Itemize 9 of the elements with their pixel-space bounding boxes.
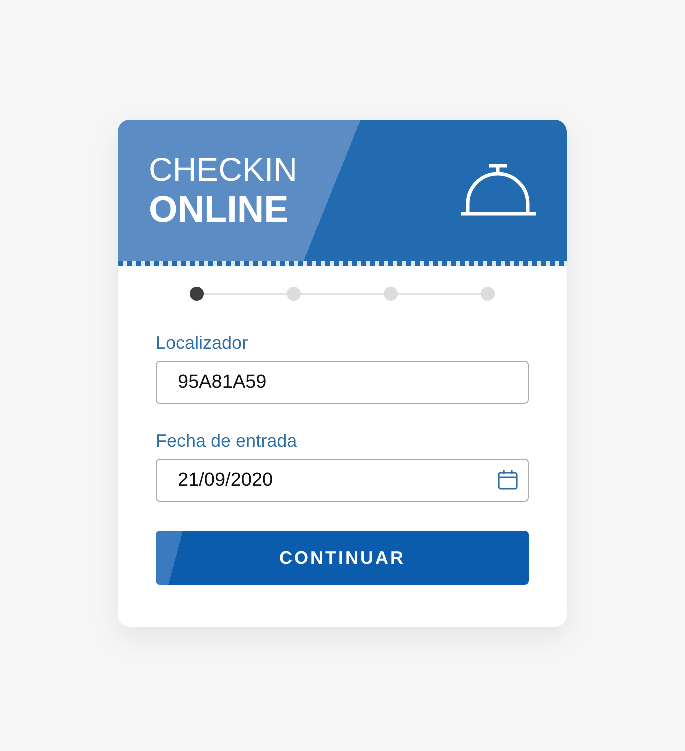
title-text: ONLINE [149,188,290,230]
service-bell-icon [460,164,537,218]
input-field[interactable]: 95A81A59 [156,361,529,404]
date-field[interactable]: 21/09/2020 [156,459,529,502]
calendar-icon[interactable] [497,469,519,491]
field-label: Localizador [156,333,248,354]
title-text: CHECKIN [149,150,298,188]
field-label: Fecha de entrada [156,431,298,452]
continue-button[interactable]: CONTINUAR [156,531,529,585]
